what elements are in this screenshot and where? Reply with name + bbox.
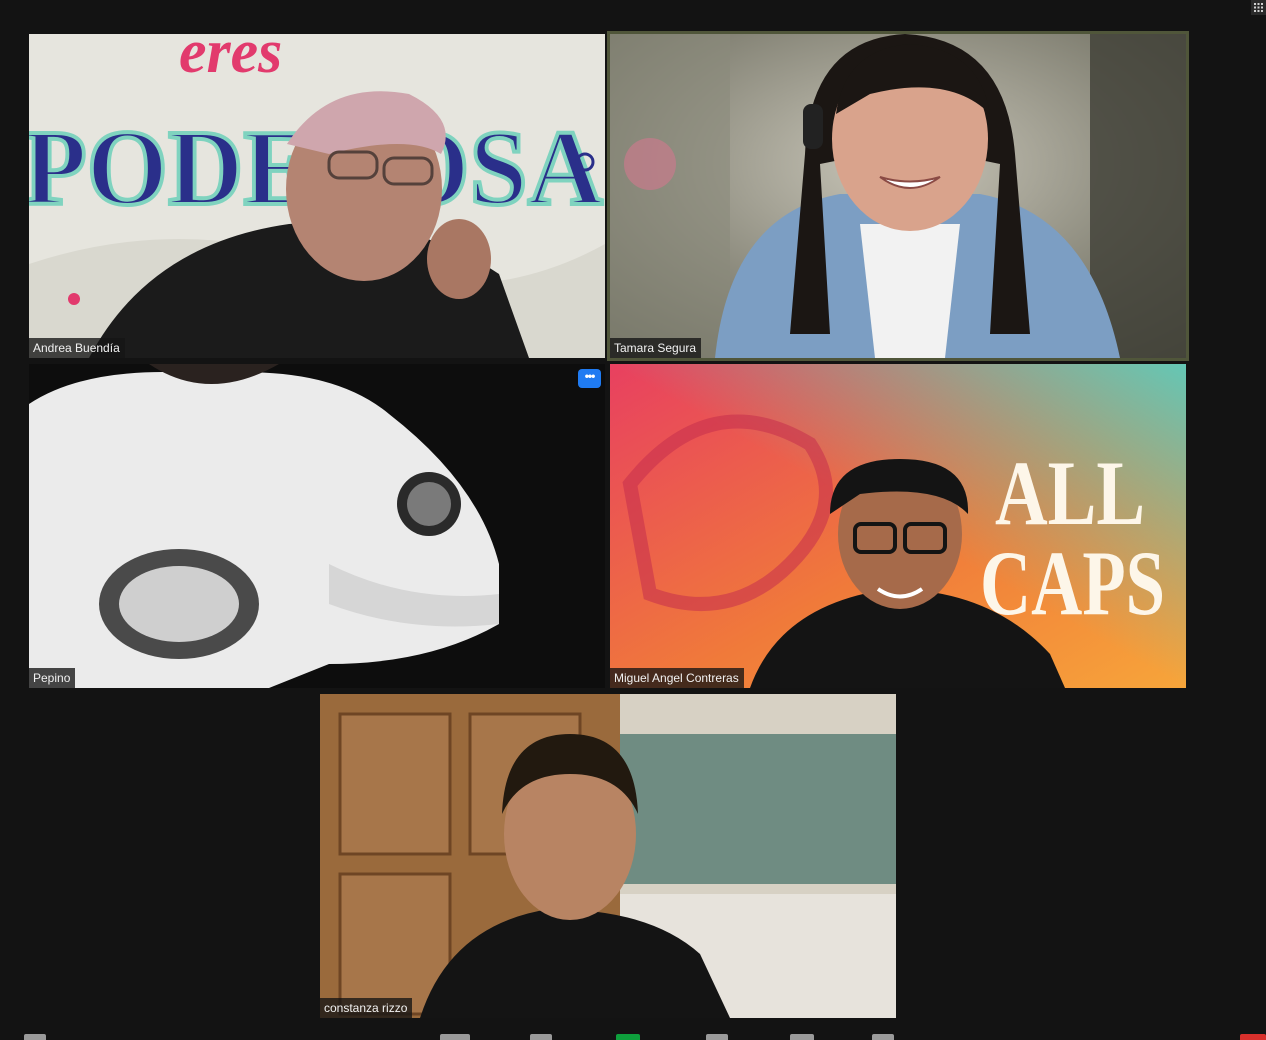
participant-name: Pepino [29,668,76,688]
apps-icon[interactable] [872,1034,894,1040]
reactions-icon[interactable] [790,1034,814,1040]
record-icon[interactable] [706,1034,728,1040]
meeting-toolbar [0,1024,1266,1040]
grid-view-icon[interactable] [1251,0,1266,15]
video-feed: ALL CAPS [610,364,1186,688]
video-tile-miguel[interactable]: ALL CAPS Miguel Angel Contreras [610,364,1186,688]
participant-name: Tamara Segura [610,338,702,358]
wall-text-top: eres [179,34,282,86]
participant-name: Miguel Angel Contreras [610,668,744,688]
more-options-button[interactable]: ••• [578,369,601,388]
share-screen-icon[interactable] [616,1034,640,1040]
participants-icon[interactable] [440,1034,470,1040]
video-feed: eres PODEROSA [29,34,605,358]
video-icon[interactable] [24,1034,46,1040]
bg-text-line1: ALL [995,442,1145,544]
video-feed [29,364,605,688]
bg-text-line2: CAPS [980,532,1165,634]
chat-icon[interactable] [530,1034,552,1040]
video-feed [610,34,1186,358]
video-tile-constanza[interactable]: constanza rizzo [320,694,896,1018]
participant-name: constanza rizzo [320,998,413,1018]
participant-name: Andrea Buendía [29,338,125,358]
end-icon[interactable] [1240,1034,1266,1040]
video-tile-pepino[interactable]: ••• Pepino [29,364,605,688]
video-feed [320,694,896,1018]
video-tile-andrea[interactable]: eres PODEROSA Andrea Buendía [29,34,605,358]
video-tile-tamara[interactable]: Tamara Segura [607,31,1189,361]
